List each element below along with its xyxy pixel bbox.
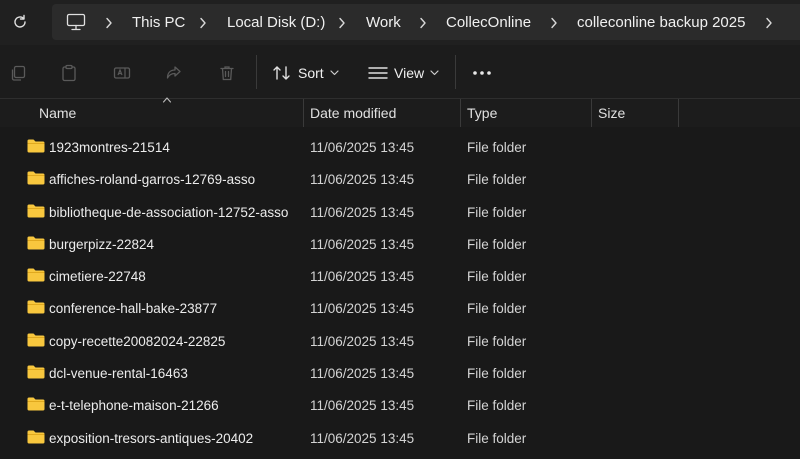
breadcrumb-item-colleconline[interactable]: CollecOnline [446,14,531,32]
file-name: dcl-venue-rental-16463 [49,366,188,382]
command-bar: Sort View [0,45,800,99]
breadcrumb-chevron-icon[interactable] [764,14,774,32]
file-date-modified: 11/06/2025 13:45 [310,204,415,220]
file-date-modified: 11/06/2025 13:45 [310,140,415,155]
file-name: exposition-tresors-antiques-20402 [49,430,254,446]
sort-label: Sort [298,65,324,81]
trash-icon [220,66,234,81]
file-type: File folder [467,366,527,382]
breadcrumb-chevron-icon[interactable] [549,14,559,32]
file-date-modified: 11/06/2025 13:45 [310,236,415,252]
folder-icon [27,397,45,411]
table-row[interactable]: dcl-venue-rental-16463 11/06/2025 13:45 … [0,357,800,389]
folder-icon [27,204,45,218]
file-name: 1923montres-21514 [49,140,170,155]
copy-button[interactable] [7,62,29,84]
file-type: File folder [467,301,527,317]
folder-icon [27,333,45,347]
table-row[interactable]: affiches-roland-garros-12769-asso 11/06/… [0,163,800,195]
file-name: copy-recette20082024-22825 [49,333,226,349]
table-row[interactable]: e-t-telephone-maison-21266 11/06/2025 13… [0,389,800,421]
table-row[interactable]: conference-hall-bake-23877 11/06/2025 13… [0,292,800,324]
folder-icon [27,268,45,282]
breadcrumb-chevron-icon[interactable] [198,14,208,32]
file-name: conference-hall-bake-23877 [49,301,218,317]
file-name: affiches-roland-garros-12769-asso [49,172,256,188]
chevron-down-icon [430,70,439,76]
table-row[interactable]: copy-recette20082024-22825 11/06/2025 13… [0,325,800,357]
view-label: View [394,65,425,81]
sort-button[interactable]: Sort [272,59,339,87]
file-name: burgerpizz-22824 [49,236,155,252]
table-row[interactable]: bibliotheque-de-association-12752-asso 1… [0,196,800,228]
view-list-icon [368,67,388,79]
column-resize-handle[interactable] [678,99,679,127]
file-name: e-t-telephone-maison-21266 [49,398,219,414]
file-type: File folder [467,333,527,349]
rename-icon [113,67,131,79]
table-row[interactable]: exposition-tresors-antiques-20402 11/06/… [0,422,800,454]
folder-icon [27,139,45,153]
toolbar-divider [455,55,456,89]
file-date-modified: 11/06/2025 13:45 [310,172,415,188]
table-row[interactable]: 1923montres-21514 11/06/2025 13:45 File … [0,131,800,163]
file-type: File folder [467,236,527,252]
file-type: File folder [467,204,527,220]
file-name: bibliotheque-de-association-12752-asso [49,204,289,220]
file-date-modified: 11/06/2025 13:45 [310,430,415,446]
breadcrumb-item-this-pc[interactable]: This PC [132,14,185,32]
toolbar-divider [256,55,257,89]
column-header-name[interactable]: Name [33,99,303,127]
address-bar-row: This PC Local Disk (D:) Work CollecOnlin… [0,0,800,45]
refresh-button[interactable] [6,8,34,36]
rename-button[interactable] [111,62,133,84]
breadcrumb-chevron-icon[interactable] [337,14,347,32]
paste-button[interactable] [58,62,80,84]
folder-icon [27,430,45,444]
file-name: cimetiere-22748 [49,269,146,285]
file-date-modified: 11/06/2025 13:45 [310,398,415,414]
breadcrumb-chevron-icon[interactable] [418,14,428,32]
refresh-icon [14,14,26,28]
file-date-modified: 11/06/2025 13:45 [310,366,415,382]
folder-icon [27,300,45,314]
table-row[interactable]: burgerpizz-22824 11/06/2025 13:45 File f… [0,228,800,260]
breadcrumb-item-current-folder[interactable]: colleconline backup 2025 [577,14,745,32]
folder-icon [27,365,45,379]
folder-icon [27,236,45,250]
column-header-date-modified[interactable]: Date modified [304,99,460,127]
this-pc-icon[interactable] [66,13,86,31]
file-date-modified: 11/06/2025 13:45 [310,333,415,349]
folder-icon [27,171,45,185]
breadcrumb-item-work[interactable]: Work [366,14,401,32]
chevron-down-icon [330,70,339,76]
copy-icon [11,65,26,81]
file-type: File folder [467,430,527,446]
column-header-row: Name Date modified Type Size [0,97,800,127]
breadcrumb-chevron-icon[interactable] [104,14,114,32]
more-options-button[interactable] [471,62,493,84]
table-row[interactable]: cimetiere-22748 11/06/2025 13:45 File fo… [0,260,800,292]
paste-icon [62,64,76,82]
column-header-type[interactable]: Type [461,99,591,127]
view-button[interactable]: View [368,59,439,87]
breadcrumb-item-local-disk[interactable]: Local Disk (D:) [227,14,325,32]
file-type: File folder [467,269,527,285]
file-list: 1923montres-21514 11/06/2025 13:45 File … [0,131,800,454]
column-header-size[interactable]: Size [592,99,678,127]
share-icon [166,66,181,79]
share-button[interactable] [163,62,185,84]
file-type: File folder [467,140,527,155]
file-date-modified: 11/06/2025 13:45 [310,269,415,285]
file-type: File folder [467,398,527,414]
breadcrumb[interactable]: This PC Local Disk (D:) Work CollecOnlin… [52,4,800,40]
file-type: File folder [467,172,527,188]
delete-button[interactable] [216,62,238,84]
sort-icon [273,66,290,80]
file-date-modified: 11/06/2025 13:45 [310,301,415,317]
more-icon [473,71,491,75]
